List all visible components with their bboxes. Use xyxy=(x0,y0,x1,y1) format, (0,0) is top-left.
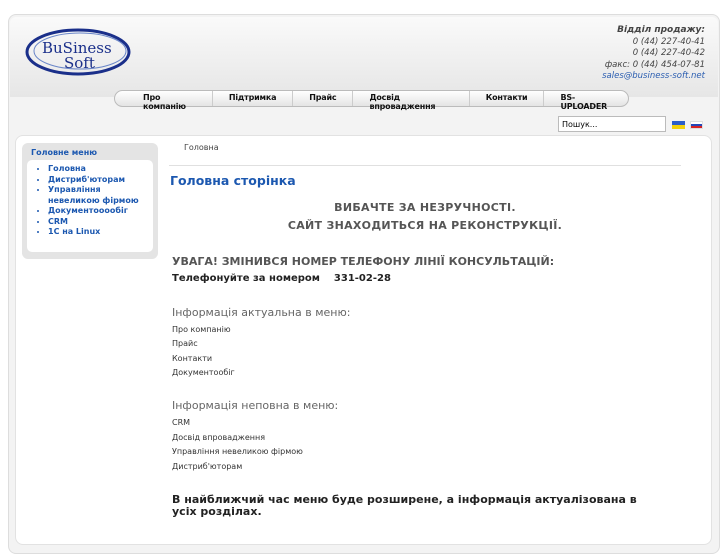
russian-flag-icon[interactable] xyxy=(690,121,703,129)
phone-1: 0 (44) 227-40-41 xyxy=(632,36,705,47)
sidebar-main-menu: Головне меню Головна Дистриб'юторам Упра… xyxy=(22,143,158,259)
sidebar-item-distributors[interactable]: Дистриб'юторам xyxy=(48,175,125,184)
nav-about[interactable]: Про компанію xyxy=(127,91,213,111)
nav-bs-uploader[interactable]: BS-UPLOADER xyxy=(544,91,628,111)
partial-item: CRM xyxy=(172,418,191,427)
divider xyxy=(169,165,681,166)
main-nav: Про компанію Підтримка Прайс Досвід впро… xyxy=(114,90,629,111)
nav-price[interactable]: Прайс xyxy=(293,91,354,106)
sales-email-link[interactable]: sales@business-soft.net xyxy=(602,71,705,81)
page-title: Головна сторінка xyxy=(170,173,296,188)
fax: факс: 0 (44) 454-07-81 xyxy=(604,59,705,70)
actual-item: Про компанію xyxy=(172,325,231,334)
sales-contacts: Відділ продажу: 0 (44) 227-40-41 0 (44) … xyxy=(602,25,705,83)
actual-item: Документообіг xyxy=(172,368,235,377)
partial-item: Дистриб'юторам xyxy=(172,462,243,471)
svg-text:Soft: Soft xyxy=(64,54,95,72)
sidebar-item-1c-linux[interactable]: 1С на Linux xyxy=(48,227,100,236)
partial-item: Досвід впровадження xyxy=(172,433,266,442)
sidebar-item-crm[interactable]: CRM xyxy=(48,217,68,226)
actual-item: Прайс xyxy=(172,339,198,348)
notice-line-1: ВИБАЧТЕ ЗА НЕЗРУЧНОСТІ. xyxy=(334,201,516,214)
phone-2: 0 (44) 227-40-42 xyxy=(632,48,705,58)
sales-title: Відділ продажу: xyxy=(617,25,705,35)
footer-note: В найближчий час меню буде розширене, а … xyxy=(172,493,637,518)
breadcrumb: Головна xyxy=(184,143,219,152)
sidebar-item-home[interactable]: Головна xyxy=(48,164,86,173)
nav-support[interactable]: Підтримка xyxy=(213,91,294,106)
call-number: Телефонуйте за номером 331-02-28 xyxy=(172,273,391,284)
sidebar-item-docflow[interactable]: Документооообіг xyxy=(48,206,128,215)
phone-warning: УВАГА! ЗМІНИВСЯ НОМЕР ТЕЛЕФОНУ ЛІНІЇ КОН… xyxy=(172,255,555,268)
partial-info-heading: Інформація неповна в меню: xyxy=(172,399,339,412)
nav-experience[interactable]: Досвід впровадження xyxy=(353,91,470,111)
notice-line-2: САЙТ ЗНАХОДИТЬСЯ НА РЕКОНСТРУКЦІЇ. xyxy=(287,219,563,232)
partial-item: Управління невеликою фірмою xyxy=(172,447,303,456)
actual-info-heading: Інформація актуальна в меню: xyxy=(172,306,351,319)
sidebar-item-small-business[interactable]: Управління невеликою фірмою xyxy=(48,185,139,205)
actual-item: Контакти xyxy=(172,354,213,363)
ukrainian-flag-icon[interactable] xyxy=(672,121,685,129)
nav-contacts[interactable]: Контакти xyxy=(470,91,545,106)
search-input[interactable] xyxy=(558,116,666,132)
business-soft-logo[interactable]: BuSiness Soft xyxy=(24,26,132,80)
